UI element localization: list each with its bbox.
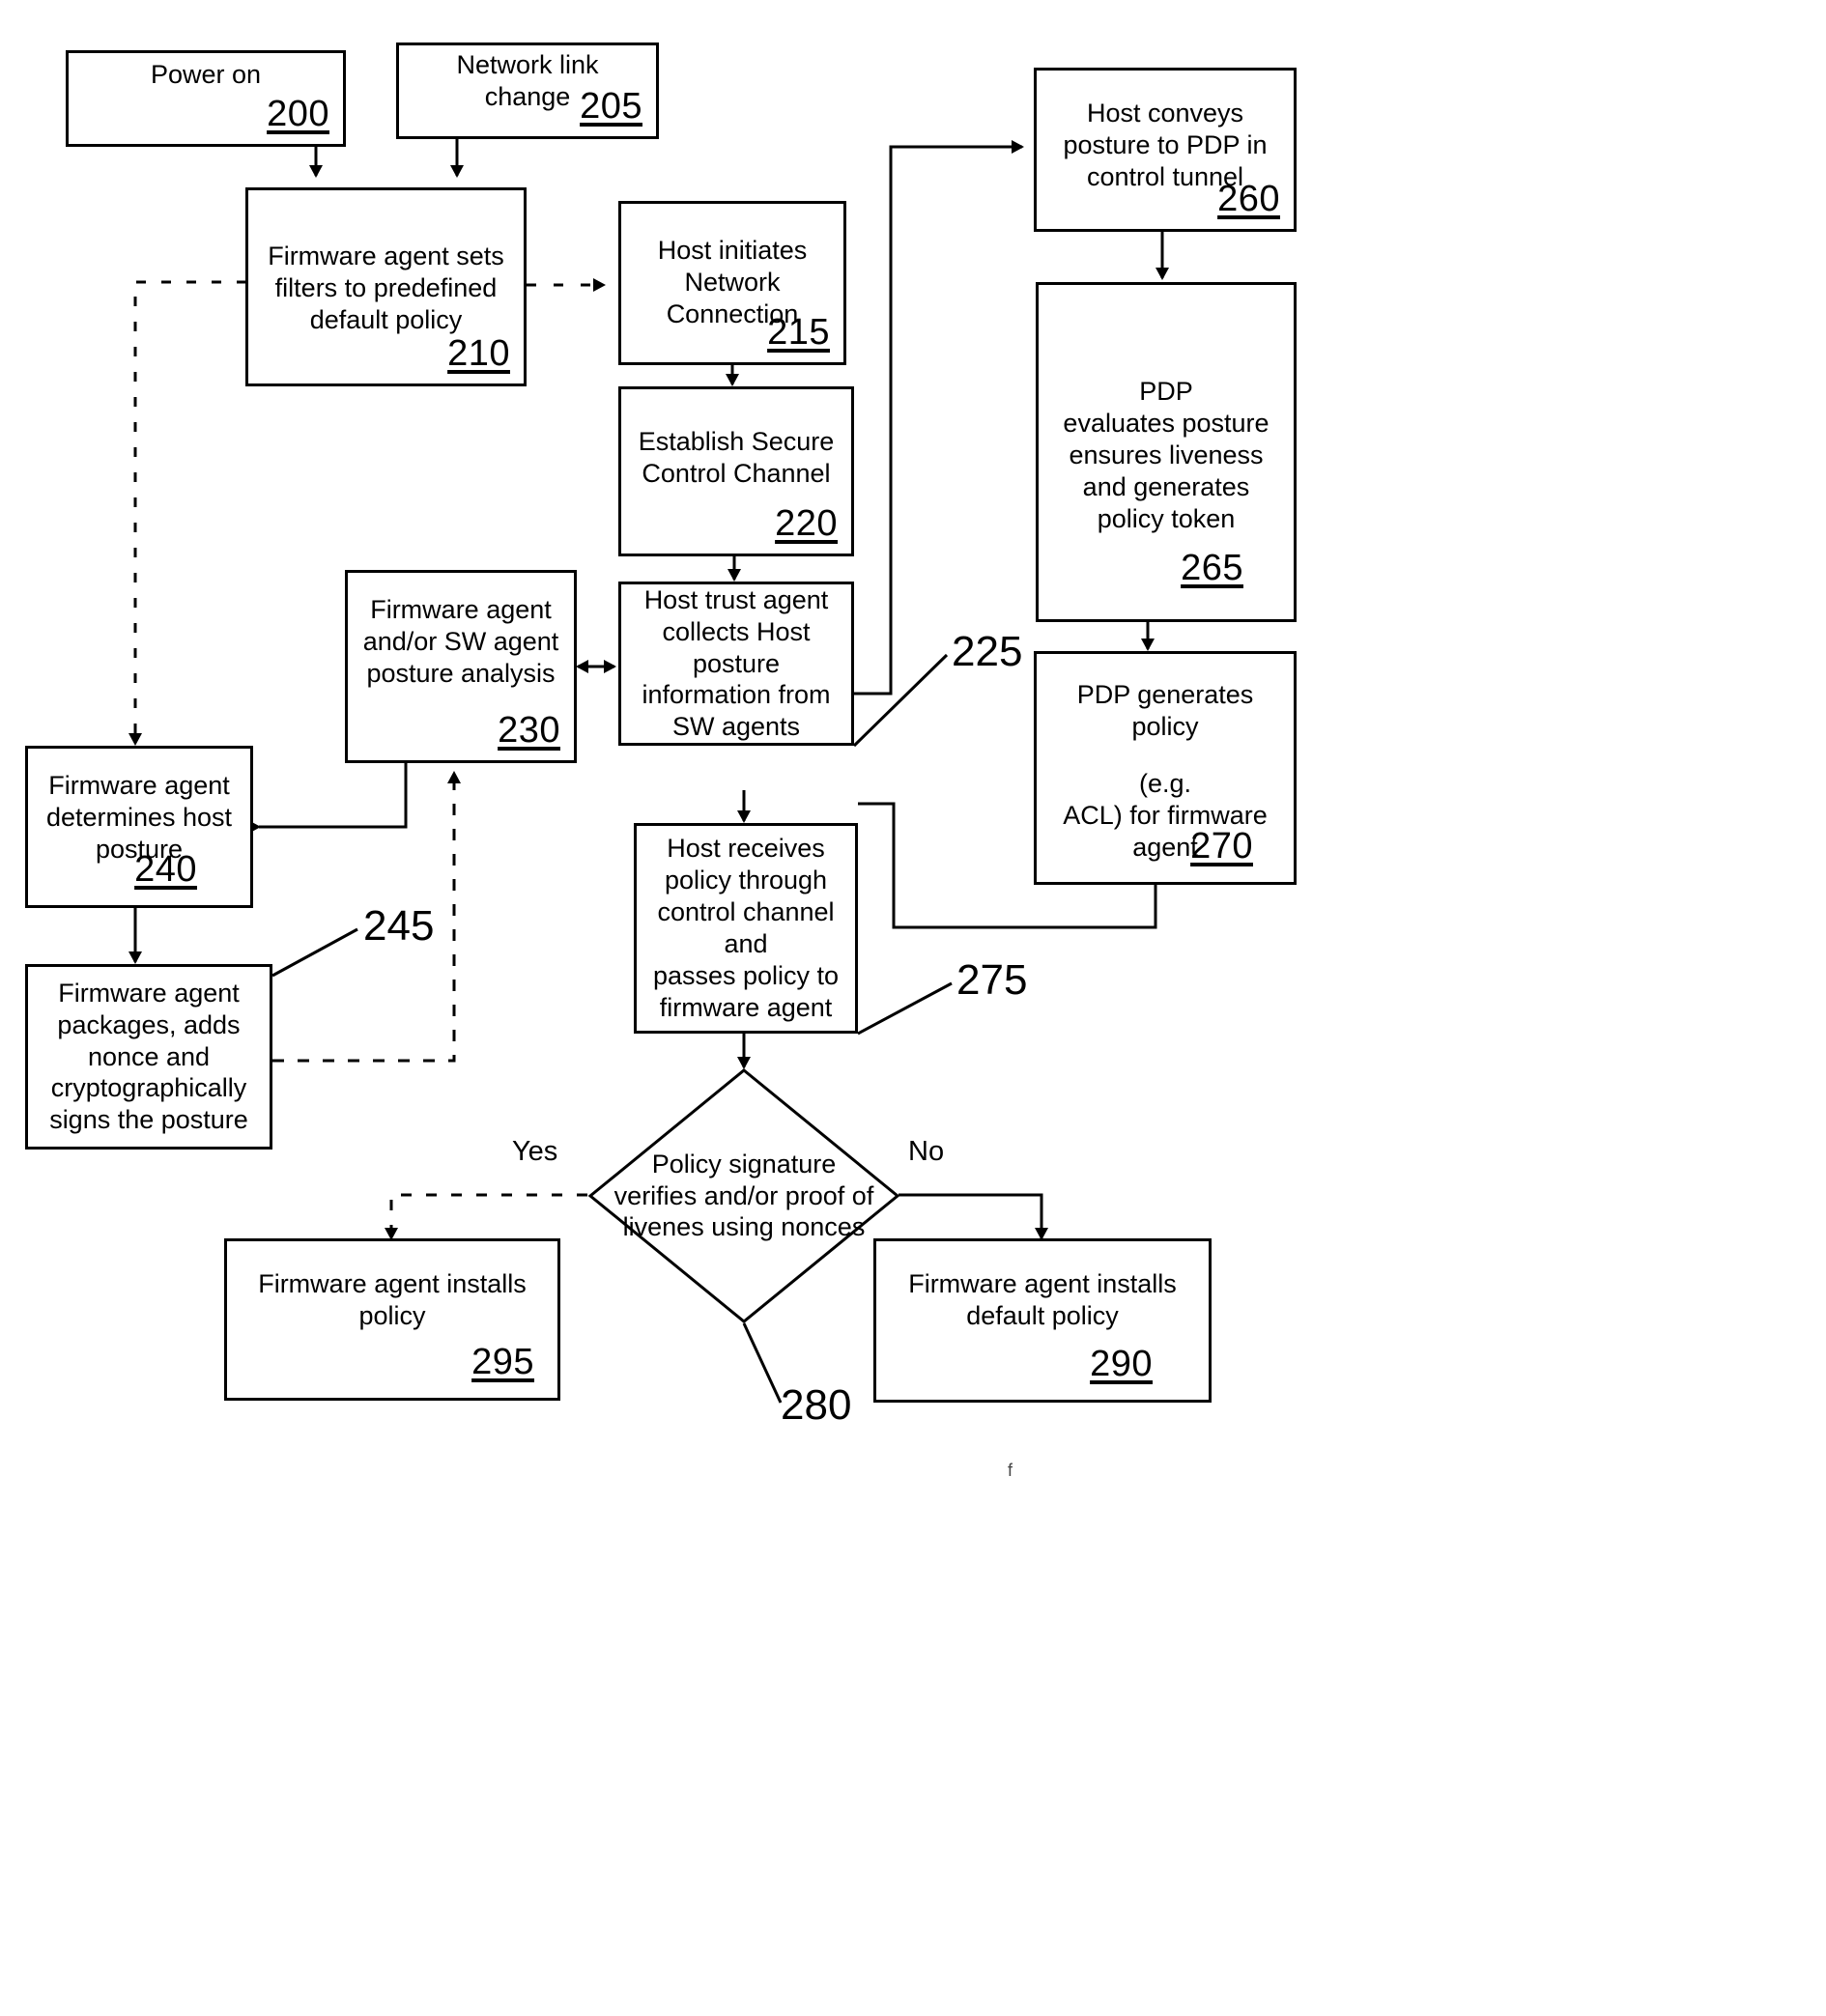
node-text: PDP generates policy <box>1076 680 1254 741</box>
node-firmware-agent-determines-host-posture[interactable]: Firmware agent determines host posture 2… <box>25 746 253 908</box>
reference-label-275: 275 <box>956 956 1028 1004</box>
node-number: 290 <box>1090 1343 1153 1384</box>
reference-label-225: 225 <box>952 628 1023 675</box>
branch-label-no: No <box>908 1136 945 1167</box>
node-text: Power on <box>150 60 262 89</box>
node-text: Establish Secure Control Channel <box>638 427 835 488</box>
node-firmware-agent-sets-filters[interactable]: Firmware agent sets filters to predefine… <box>245 187 527 386</box>
node-number: 260 <box>1217 178 1280 219</box>
node-text: PDP evaluates posture ensures liveness a… <box>1063 377 1270 533</box>
node-number: 200 <box>267 93 329 134</box>
node-text: Firmware agent sets filters to predefine… <box>268 241 504 334</box>
node-host-initiates-network-connection[interactable]: Host initiates Network Connection 215 <box>618 201 846 365</box>
node-firmware-agent-posture-analysis[interactable]: Firmware agent and/or SW agent posture a… <box>345 570 577 763</box>
node-text: Firmware agent packages, adds nonce and … <box>49 978 248 1135</box>
node-host-receives-policy[interactable]: Host receives policy through control cha… <box>634 823 858 1034</box>
node-number: 215 <box>767 311 830 353</box>
stray-ink-mark: f <box>1008 1461 1013 1480</box>
node-number: 265 <box>1181 547 1243 588</box>
figure-canvas: Power on 200 Network link change 205 Fir… <box>0 0 1826 2016</box>
node-firmware-agent-installs-default-policy[interactable]: Firmware agent installs default policy 2… <box>873 1238 1212 1403</box>
node-host-conveys-posture-to-pdp[interactable]: Host conveys posture to PDP in control t… <box>1034 68 1297 232</box>
node-text: Firmware agent and/or SW agent posture a… <box>362 595 559 688</box>
node-text: Firmware agent installs default policy <box>908 1269 1177 1330</box>
diamond-shape <box>587 1068 900 1323</box>
node-number: 210 <box>447 332 510 374</box>
node-pdp-evaluates-posture[interactable]: PDP evaluates posture ensures liveness a… <box>1036 282 1297 622</box>
decision-policy-signature-verifies[interactable]: Policy signature verifies and/or proof o… <box>587 1067 900 1324</box>
node-network-link-change[interactable]: Network link change 205 <box>396 43 659 139</box>
node-number: 220 <box>775 502 838 544</box>
branch-label-yes: Yes <box>512 1136 558 1167</box>
reference-label-280: 280 <box>781 1381 852 1429</box>
node-power-on[interactable]: Power on 200 <box>66 50 346 147</box>
node-firmware-agent-installs-policy[interactable]: Firmware agent installs policy 295 <box>224 1238 560 1401</box>
reference-label-245: 245 <box>363 902 435 950</box>
node-host-trust-agent-collects-posture[interactable]: Host trust agent collects Host posture i… <box>618 582 854 746</box>
node-number: 270 <box>1190 825 1253 866</box>
node-establish-secure-control-channel[interactable]: Establish Secure Control Channel 220 <box>618 386 854 556</box>
node-number: 230 <box>498 709 560 751</box>
node-firmware-agent-packages-signs-posture[interactable]: Firmware agent packages, adds nonce and … <box>25 964 272 1150</box>
node-number: 240 <box>134 848 197 890</box>
node-text: Firmware agent installs policy <box>258 1269 527 1330</box>
node-pdp-generates-policy[interactable]: PDP generates policy (e.g. ACL) for firm… <box>1034 651 1297 885</box>
node-number: 295 <box>471 1341 534 1382</box>
node-text: Host receives policy through control cha… <box>652 834 840 1022</box>
node-text: Host trust agent collects Host posture i… <box>642 584 831 742</box>
node-number: 205 <box>580 85 642 127</box>
